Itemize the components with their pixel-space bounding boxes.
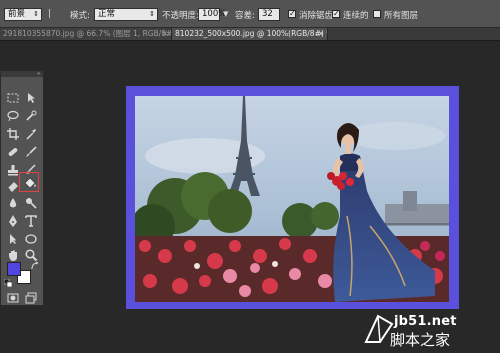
tab-label: 291810355870.jpg @ 66.7% (图层 1, RGB/8#) … (3, 29, 172, 38)
screen-mode-icon[interactable] (24, 291, 38, 305)
quick-mask-icon[interactable] (6, 291, 20, 305)
watermark-site-name: 脚本之家 (390, 331, 451, 349)
options-bar: 前景 ⇕ | 模式: 正常 ⇕ 不透明度: 100% ▼ 容差: 32 ✓ 消除… (0, 0, 500, 28)
marquee-tool-icon[interactable] (6, 91, 20, 105)
contiguous-label: 连续的 (343, 11, 369, 21)
fill-source-select[interactable]: 前景 ⇕ (4, 8, 42, 21)
watermark-domain: jb51.net (394, 314, 457, 329)
mode-value: 正常 (98, 9, 116, 19)
move-tool-icon[interactable] (24, 91, 38, 105)
contiguous-checkbox[interactable]: ✓ (332, 10, 340, 18)
tab-document-1[interactable]: 291810355870.jpg @ 66.7% (图层 1, RGB/8#) … (0, 28, 172, 40)
foreground-color-swatch[interactable] (7, 262, 21, 276)
crop-tool-icon[interactable] (6, 127, 20, 141)
ellipse-tool-icon[interactable] (24, 232, 38, 246)
chevron-down-icon: ⇕ (149, 10, 155, 18)
chevron-down-icon: ⇕ (33, 10, 39, 18)
fill-source-value: 前景 (8, 9, 26, 19)
collapse-toolbox-icon[interactable]: « (1, 71, 43, 77)
clone-stamp-tool-icon[interactable] (6, 163, 20, 177)
lasso-tool-icon[interactable] (6, 109, 20, 123)
dodge-tool-icon[interactable] (24, 196, 38, 210)
separator: | (48, 9, 51, 19)
quick-select-tool-icon[interactable] (24, 109, 38, 123)
mode-select[interactable]: 正常 ⇕ (94, 8, 158, 21)
tab-document-2[interactable]: 810232_500x500.jpg @ 100%(RGB/8#) * × (172, 28, 328, 40)
opacity-input[interactable]: 100% (198, 8, 226, 21)
all-layers-checkbox[interactable] (373, 10, 381, 18)
close-icon[interactable]: × (318, 28, 324, 40)
close-icon[interactable]: × (162, 28, 168, 40)
tolerance-value: 32 (262, 9, 273, 19)
brush-tool-icon[interactable] (24, 145, 38, 159)
blur-tool-icon[interactable] (6, 196, 20, 210)
toolbox: « (0, 70, 44, 306)
zoom-tool-icon[interactable] (24, 248, 38, 262)
hand-tool-icon[interactable] (6, 248, 20, 262)
tolerance-input[interactable]: 32 (258, 8, 280, 21)
default-colors-icon[interactable] (4, 279, 12, 287)
pen-tool-icon[interactable] (6, 214, 20, 228)
opacity-label: 不透明度: (162, 11, 199, 21)
canvas-document[interactable] (126, 86, 459, 309)
healing-brush-tool-icon[interactable] (6, 145, 20, 159)
swap-colors-icon[interactable] (30, 261, 40, 271)
document-tab-bar: 291810355870.jpg @ 66.7% (图层 1, RGB/8#) … (0, 28, 500, 41)
document-photo (135, 96, 449, 302)
tolerance-label: 容差: (235, 11, 255, 21)
antialias-checkbox[interactable]: ✓ (288, 10, 296, 18)
active-tool-highlight (19, 172, 39, 192)
eraser-tool-icon[interactable] (6, 179, 20, 193)
all-layers-label: 所有图层 (384, 11, 419, 21)
antialias-label: 消除锯齿 (299, 11, 334, 21)
path-selection-tool-icon[interactable] (6, 232, 20, 246)
tab-label: 810232_500x500.jpg @ 100%(RGB/8#) * (175, 29, 328, 38)
opacity-dropdown-icon[interactable]: ▼ (223, 10, 228, 18)
mode-label: 模式: (70, 11, 90, 21)
type-tool-icon[interactable] (24, 214, 38, 228)
eyedropper-tool-icon[interactable] (24, 127, 38, 141)
